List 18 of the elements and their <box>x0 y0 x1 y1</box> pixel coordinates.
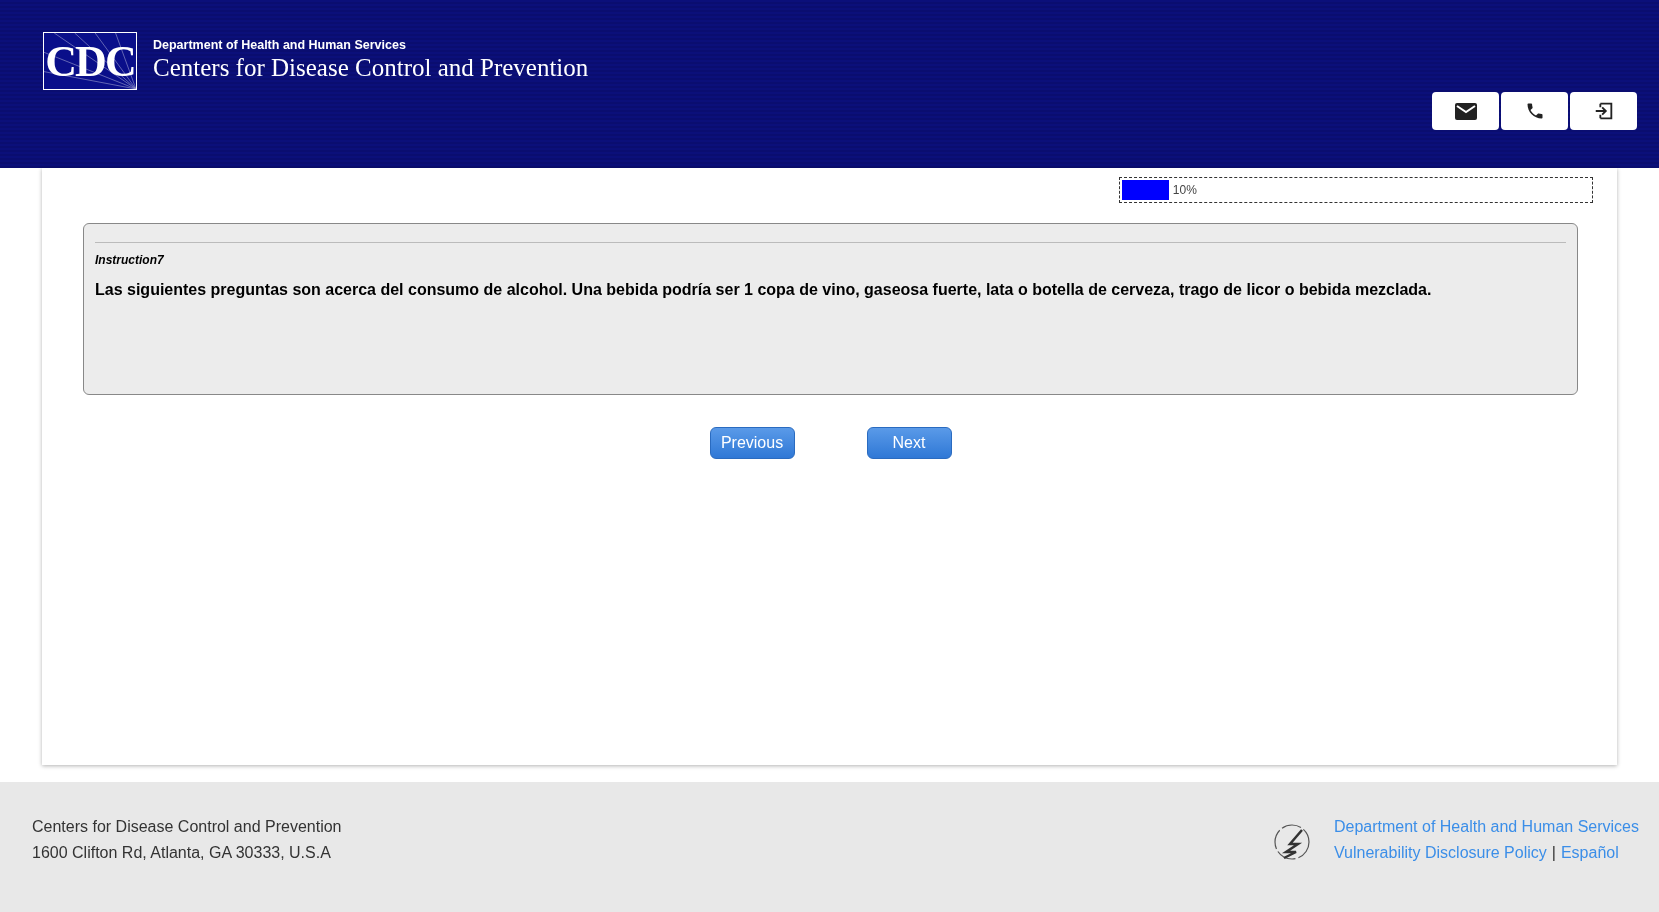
vulnerability-link[interactable]: Vulnerability Disclosure Policy <box>1333 840 1547 866</box>
address-line: Centers for Disease Control and Prevention <box>32 817 342 837</box>
hhs-link[interactable]: Department of Health and Human Services <box>1333 814 1639 840</box>
link-separator: | <box>1551 843 1556 863</box>
cdc-logo: CDC <box>43 32 137 90</box>
spanish-link[interactable]: Español <box>1560 840 1619 866</box>
progress-reading: 10% <box>1172 183 1197 197</box>
address-line: 1600 Clifton Rd, Atlanta, GA 30333, U.S.A <box>32 843 332 863</box>
department-name: Department of Health and Human Services <box>153 38 407 52</box>
instruction-text: Las siguientes preguntas son acerca del consumo de alcohol. Una bebida podría ser 1 copa de vino, gaseosa fuerte, lata o botella de cerveza, trago de licor o bebida mezclada. <box>95 281 1433 299</box>
previous-button[interactable]: Previous <box>709 427 795 459</box>
instruction-label: Instruction7 <box>95 253 165 267</box>
email-button[interactable] <box>1432 92 1499 130</box>
phone-button[interactable] <box>1501 92 1568 130</box>
envelope-icon <box>1454 102 1477 120</box>
exit-button[interactable] <box>1570 92 1637 130</box>
agency-name: Centers for Disease Control and Prevention <box>153 54 589 82</box>
next-button[interactable]: Next <box>866 427 952 459</box>
